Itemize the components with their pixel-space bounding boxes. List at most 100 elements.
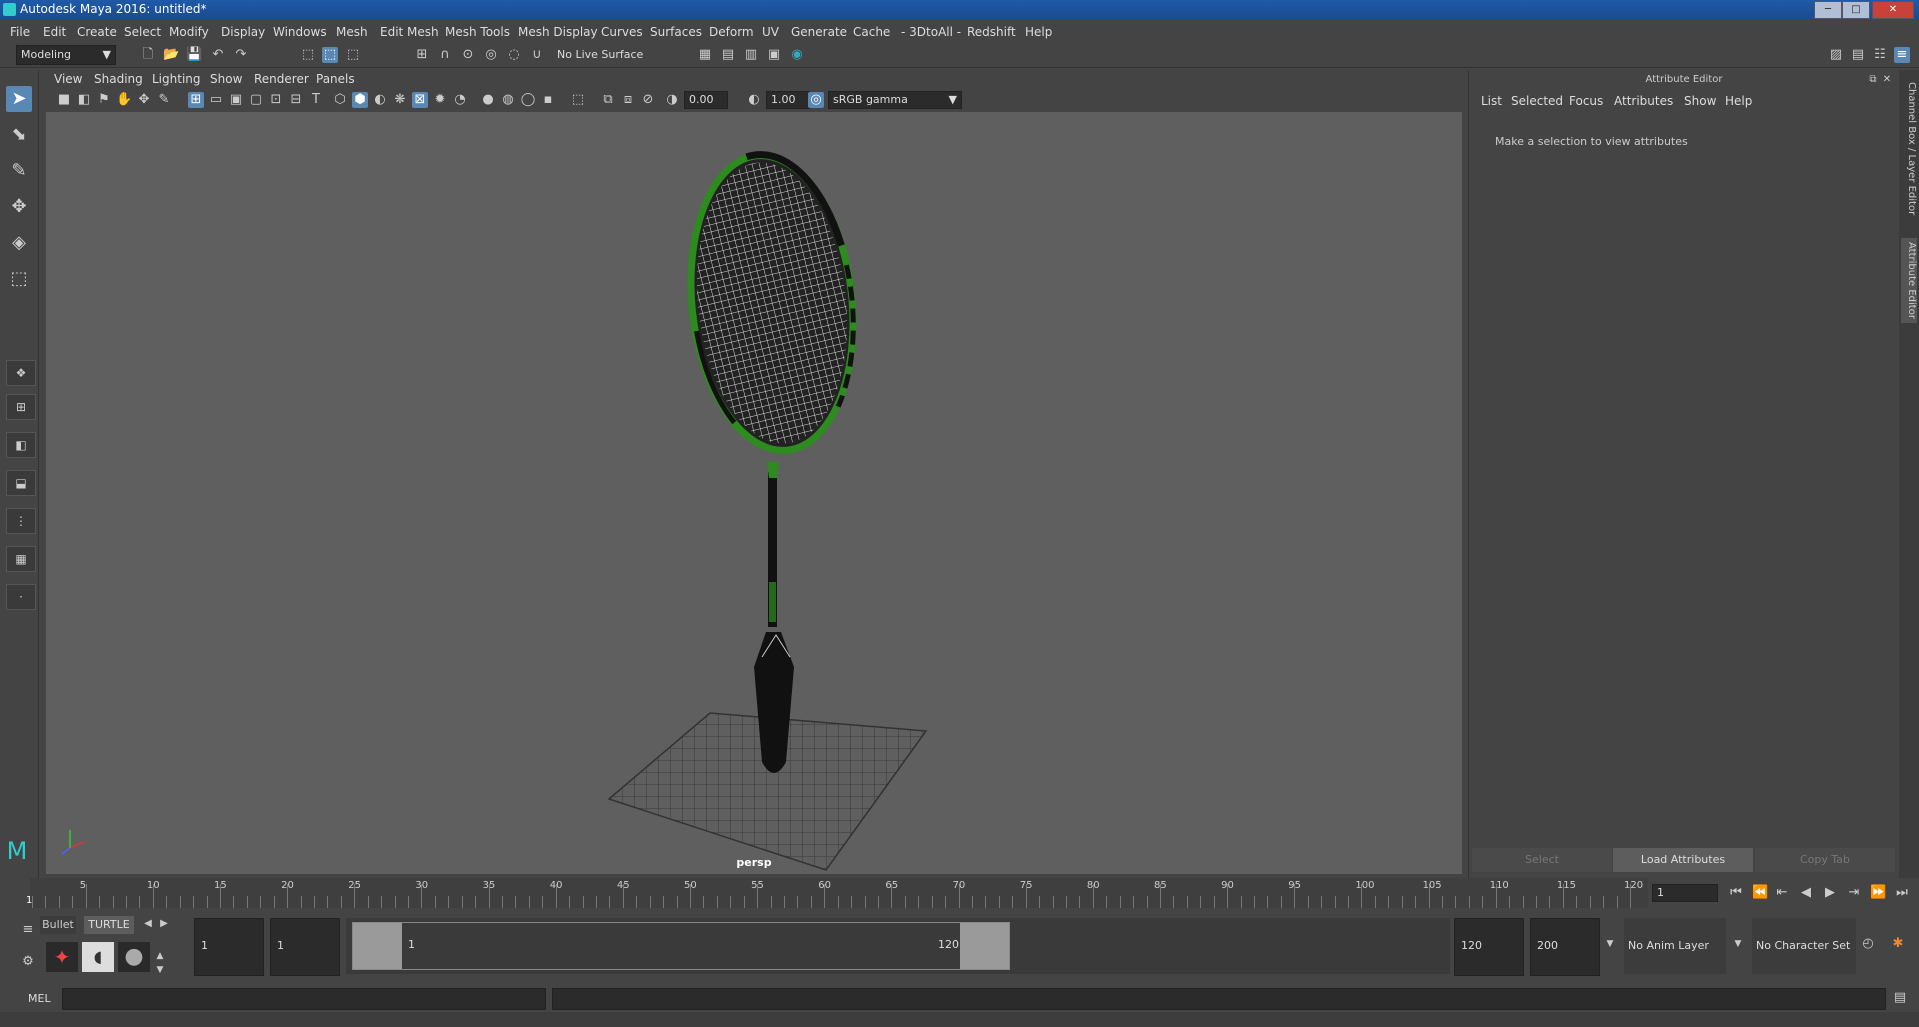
tab-channel-box[interactable]: Channel Box / Layer Editor [1901,82,1917,215]
select-object-icon[interactable]: ⬚ [322,47,338,63]
xray-components-icon[interactable]: ⧈ [620,92,636,108]
2d-pan-zoom-icon[interactable]: ✥ [136,92,152,108]
time-slider[interactable]: 5 10 15 20 25 30 35 40 45 50 55 60 65 70 75 80 85 90 95 100… [0,878,1919,908]
range-bar[interactable] [352,922,1010,970]
menu-help[interactable]: Help [1025,25,1052,39]
persp-graph-layout-icon[interactable]: ⬓ [6,470,36,496]
command-language-label[interactable]: MEL [28,992,51,1005]
menu-curves[interactable]: Curves [601,25,643,39]
outliner-layout-icon[interactable]: ⋮ [6,508,36,534]
menu-select[interactable]: Select [124,25,161,39]
ae-menu-help[interactable]: Help [1725,94,1752,108]
animation-start-field[interactable]: 1 [194,918,264,976]
menu-edit[interactable]: Edit [43,25,66,39]
ae-menu-focus[interactable]: Focus [1569,94,1603,108]
field-chart-icon[interactable]: ⊡ [268,92,284,108]
go-to-start-icon[interactable]: ⏮ [1728,885,1744,901]
animation-preferences-icon[interactable]: ✱ [1890,936,1906,952]
menu-edit-mesh[interactable]: Edit Mesh [380,25,439,39]
panel-menu-renderer[interactable]: Renderer [254,72,309,86]
close-button[interactable]: ✕ [1872,1,1914,19]
color-space-dropdown[interactable]: sRGB gamma ▼ [828,91,962,109]
resolution-gate-icon[interactable]: ▣ [228,92,244,108]
multisample-icon[interactable]: ◍ [500,92,516,108]
camera-attributes-icon[interactable]: ◧ [76,92,92,108]
gamma-field[interactable]: 1.00 [766,91,810,109]
playback-start-field[interactable]: 1 [270,918,340,976]
menu-set-dropdown[interactable]: Modeling ▼ [16,45,116,65]
animation-end-field[interactable]: 200 [1530,918,1600,976]
motion-blur-icon[interactable]: ● [480,92,496,108]
step-forward-frame-icon[interactable]: ⇥ [1846,885,1862,901]
film-gate-icon[interactable]: ▭ [208,92,224,108]
menu-generate[interactable]: Generate [791,25,847,39]
wireframe-on-shaded-icon[interactable]: ◐ [372,92,388,108]
shelf-tab-turtle[interactable]: TURTLE [84,916,134,934]
ae-menu-show[interactable]: Show [1684,94,1716,108]
snap-surface-icon[interactable]: ◌ [506,47,522,63]
safe-title-icon[interactable]: T [308,92,324,108]
panel-menu-shading[interactable]: Shading [94,72,143,86]
attribute-editor-toggle-icon[interactable]: ▤ [1850,47,1866,63]
step-forward-key-icon[interactable]: ⏩ [1870,885,1886,901]
shelf-menu-icon[interactable]: ≡ [20,922,36,938]
select-component-icon[interactable]: ⬚ [345,47,361,63]
grease-pencil-icon[interactable]: ✎ [156,92,172,108]
redo-icon[interactable]: ↷ [233,47,249,63]
step-back-frame-icon[interactable]: ⇤ [1774,885,1790,901]
render-settings-icon[interactable]: ▦ [697,47,713,63]
exposure-icon[interactable]: ◑ [664,92,680,108]
step-back-key-icon[interactable]: ⏪ [1752,885,1768,901]
current-frame-field[interactable]: 1 [1652,884,1718,902]
open-scene-icon[interactable]: 📂 [163,47,179,63]
tool-settings-icon[interactable]: ☷ [1872,47,1888,63]
shelf-scroll-right-icon[interactable]: ▶ [156,916,172,932]
ae-menu-attributes[interactable]: Attributes [1614,94,1673,108]
close-panel-icon[interactable]: ✕ [1879,72,1895,88]
image-plane-icon[interactable]: ✋ [116,92,132,108]
panel-menu-view[interactable]: View [54,72,82,86]
xray-icon[interactable]: ⬚ [570,92,586,108]
undo-icon[interactable]: ↶ [210,47,226,63]
panel-menu-show[interactable]: Show [210,72,242,86]
menu-mesh[interactable]: Mesh [336,25,368,39]
select-hierarchy-icon[interactable]: ⬚ [300,47,316,63]
maximize-button[interactable]: □ [1842,1,1870,19]
shadows-icon[interactable]: ✹ [432,92,448,108]
menu-file[interactable]: File [10,25,30,39]
menu-modify[interactable]: Modify [169,25,209,39]
time-slider-track[interactable]: 5 10 15 20 25 30 35 40 45 50 55 60 65 70 75 80 85 90 95 100… [26,878,1648,908]
persp-outliner-layout-icon[interactable]: ◧ [6,432,36,458]
menu-surfaces[interactable]: Surfaces [650,25,702,39]
chevron-down-icon[interactable]: ▼ [1730,936,1746,952]
save-scene-icon[interactable]: 💾 [186,47,202,63]
scale-tool-icon[interactable]: ⬚ [6,266,32,292]
chevron-down-icon[interactable]: ▼ [1602,936,1618,952]
wireframe-icon[interactable]: ⬡ [332,92,348,108]
four-view-layout-icon[interactable]: ⊞ [6,394,36,420]
command-input[interactable] [62,988,546,1010]
ipr-render-icon[interactable]: ▥ [743,47,759,63]
shelf-scroll-left-icon[interactable]: ◀ [140,916,156,932]
snap-view-icon[interactable]: ◎ [483,47,499,63]
menu-windows[interactable]: Windows [273,25,327,39]
more-layouts-icon[interactable]: · [6,584,36,610]
exposure-field[interactable]: 0.00 [684,91,728,109]
menu-mesh-display[interactable]: Mesh Display [518,25,598,39]
shelf-baking-icon[interactable]: ◖ [82,942,114,972]
menu-redshift[interactable]: Redshift [967,25,1016,39]
new-scene-icon[interactable]: 🗋 [140,47,156,63]
ambient-occlusion-icon[interactable]: ◔ [452,92,468,108]
render-view-icon[interactable]: ▣ [766,47,782,63]
script-editor-icon[interactable]: ▤ [1892,990,1908,1006]
play-forwards-icon[interactable]: ▶ [1822,885,1838,901]
grid-icon[interactable]: ⊞ [188,92,204,108]
menu-3dtoall[interactable]: - 3DtoAll - [901,25,961,39]
use-all-lights-icon[interactable]: ⊠ [412,92,428,108]
snap-curve-icon[interactable]: ∩ [437,47,453,63]
color-management-icon[interactable]: ◎ [808,92,824,108]
smooth-shade-icon[interactable]: ⬢ [352,92,368,108]
perspective-viewport[interactable]: persp [46,112,1462,874]
menu-mesh-tools[interactable]: Mesh Tools [445,25,510,39]
single-perspective-layout-icon[interactable]: ❖ [6,360,36,386]
